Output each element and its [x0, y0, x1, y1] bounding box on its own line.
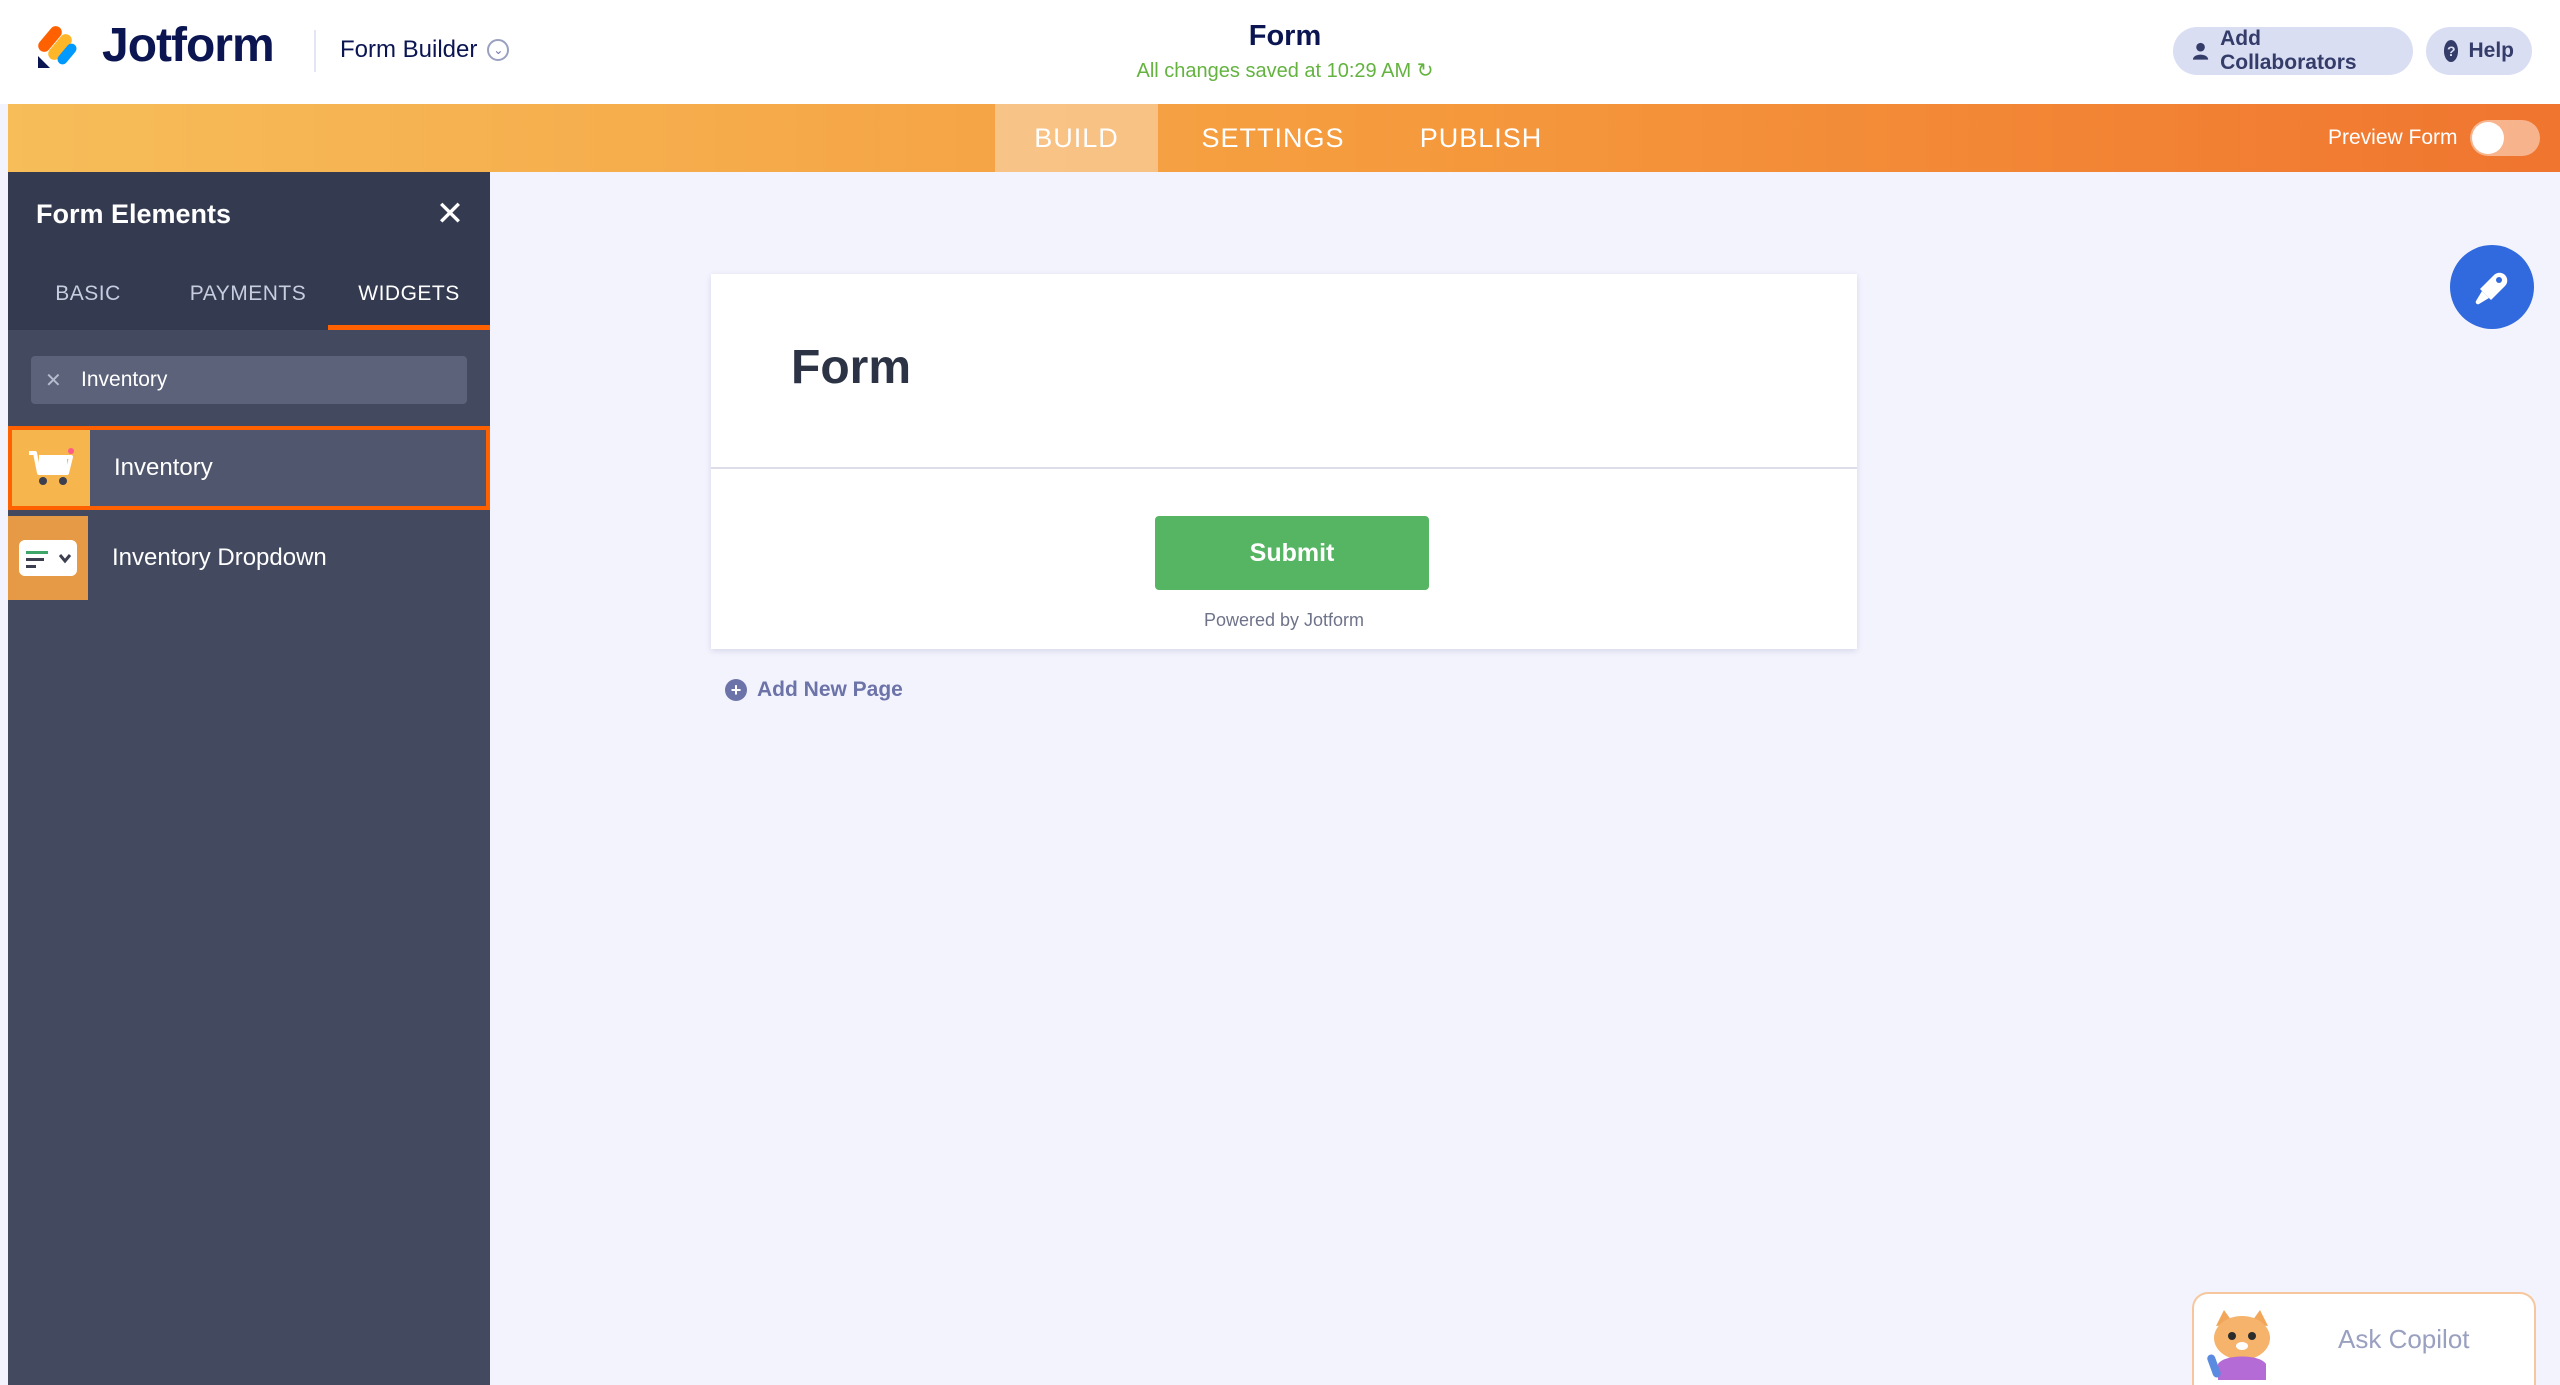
form-card: Form Submit Powered by Jotform — [711, 274, 1857, 649]
tab-widgets[interactable]: WIDGETS — [328, 258, 490, 330]
builder-nav: BUILD SETTINGS PUBLISH Preview Form — [8, 104, 2560, 172]
add-new-page-button[interactable]: + Add New Page — [725, 678, 903, 702]
ask-copilot-button[interactable]: Ask Copilot — [2192, 1292, 2536, 1385]
tab-publish[interactable]: PUBLISH — [1386, 104, 1576, 172]
paint-roller-icon — [2475, 272, 2508, 305]
help-button[interactable]: ? Help — [2426, 27, 2532, 75]
tab-basic[interactable]: BASIC — [8, 258, 168, 330]
refresh-icon: ↻ — [1416, 60, 1434, 82]
dropdown-widget-icon — [8, 516, 88, 600]
widget-search: ✕ — [31, 356, 467, 404]
panel-header: Form Elements ✕ — [8, 172, 490, 258]
add-new-page-label: Add New Page — [757, 678, 903, 701]
shopping-cart-icon — [12, 430, 90, 506]
widget-item-label: Inventory — [114, 454, 213, 481]
close-icon[interactable]: ✕ — [432, 196, 468, 232]
plus-icon: + — [725, 679, 747, 701]
widget-item-inventory-dropdown[interactable]: Inventory Dropdown — [8, 516, 490, 600]
tab-settings[interactable]: SETTINGS — [1178, 104, 1368, 172]
widget-item-label: Inventory Dropdown — [112, 544, 327, 571]
top-header: Jotform Form Builder ⌄ Form All changes … — [0, 0, 2560, 104]
add-collaborators-label: Add Collaborators — [2220, 27, 2357, 74]
clear-search-icon[interactable]: ✕ — [45, 368, 67, 393]
form-heading[interactable]: Form — [791, 340, 911, 395]
widget-item-inventory[interactable]: Inventory — [8, 426, 490, 510]
panel-tabs: BASIC PAYMENTS WIDGETS — [8, 258, 490, 330]
help-label: Help — [2468, 39, 2514, 62]
preview-form-label: Preview Form — [2328, 126, 2458, 149]
search-input[interactable] — [81, 368, 441, 392]
form-divider — [711, 467, 1857, 469]
question-icon: ? — [2444, 40, 2459, 62]
tab-payments[interactable]: PAYMENTS — [168, 258, 328, 330]
save-status-text: All changes saved at 10:29 AM — [1136, 60, 1412, 82]
submit-button[interactable]: Submit — [1155, 516, 1429, 590]
preview-form-toggle[interactable] — [2470, 120, 2540, 156]
toggle-knob — [2472, 122, 2504, 154]
user-icon — [2192, 42, 2209, 60]
tab-build[interactable]: BUILD — [995, 104, 1158, 172]
form-designer-button[interactable] — [2450, 245, 2534, 329]
copilot-avatar-icon — [2207, 1310, 2270, 1380]
ask-copilot-label: Ask Copilot — [2338, 1324, 2470, 1354]
form-elements-panel: Form Elements ✕ BASIC PAYMENTS WIDGETS ✕… — [8, 172, 490, 1385]
add-collaborators-button[interactable]: Add Collaborators — [2173, 27, 2413, 75]
panel-title: Form Elements — [36, 199, 232, 229]
powered-by-text: Powered by Jotform — [1203, 610, 1365, 630]
